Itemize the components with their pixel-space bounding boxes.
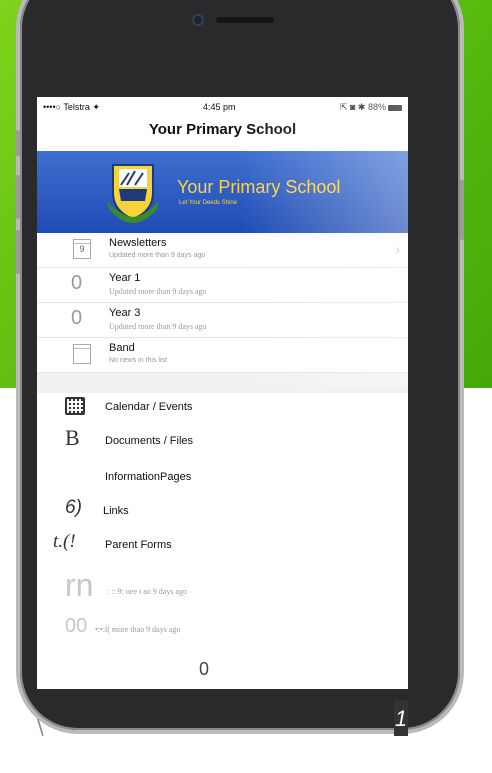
banner-school-name: Your Primary School: [177, 177, 341, 197]
menu-label: Calendar / Events: [105, 401, 193, 413]
volume-down-button: [16, 230, 20, 274]
list-item-newsletters[interactable]: 9 Newsletters Updated more than 9 days a…: [37, 233, 408, 268]
carrier-signal: ••••○ Telstra ✦: [43, 102, 100, 112]
links-icon: 6): [65, 497, 82, 518]
list-item-title: Newsletters: [109, 237, 167, 249]
status-time: 4:45 pm: [203, 102, 236, 112]
bottom-zero: 0: [199, 659, 210, 679]
menu-label: InformationPages: [105, 471, 192, 483]
garbled-row-2: 00 •:•:l( more thao 9 days ago: [37, 611, 408, 645]
menu-item-calendar[interactable]: Calendar / Events: [37, 391, 408, 425]
battery-percent: ⇱ ◙ ✱ 88%: [339, 102, 386, 112]
garbled-text: •:•:l( more thao 9 days ago: [95, 625, 181, 634]
menu-item-links[interactable]: 6) Links: [37, 495, 408, 529]
calendar-icon: 0: [71, 272, 83, 294]
banner-motto: Let Your Deeds Shine: [179, 200, 238, 206]
list-item-title: Band: [109, 342, 135, 354]
stray-one: 1: [394, 700, 408, 736]
front-camera: [192, 14, 204, 26]
menu-label: Parent Forms: [105, 539, 172, 551]
list-item-year-1[interactable]: 0 Year 1 Updated more than 9 days ago: [37, 268, 408, 303]
forms-icon: t.(!: [53, 531, 76, 552]
calendar-grid-icon: [65, 397, 85, 415]
earpiece-speaker: [216, 17, 274, 23]
status-indicators: ⇱ ◙ ✱ 88%: [340, 102, 402, 113]
section-divider: [37, 373, 408, 393]
status-bar: ••••○ Telstra ✦ 4:45 pm ⇱ ◙ ✱ 88%: [37, 97, 408, 117]
list-item-subtitle: Updated more than 9 days ago: [109, 287, 207, 296]
list-item-band[interactable]: Band No news in this list: [37, 338, 408, 373]
documents-icon: B: [65, 425, 80, 450]
battery-icon: [388, 104, 402, 111]
list-item-subtitle: Updated more than 9 days ago: [109, 322, 207, 331]
chevron-right-icon: ›: [395, 241, 400, 257]
school-crest-icon: [107, 164, 159, 223]
menu-item-information-pages[interactable]: InformationPages: [37, 461, 408, 495]
menu-label: Links: [103, 505, 129, 517]
menu-label: Documents / Files: [105, 435, 194, 447]
page-title: Your Primary School: [148, 121, 297, 138]
calendar-icon: [73, 344, 91, 364]
phone-screen: ••••○ Telstra ✦ 4:45 pm ⇱ ◙ ✱ 88% Your P…: [37, 97, 408, 689]
calendar-icon: 9: [73, 239, 91, 259]
garbled-row-1: rn : :: 9: oee t ao 9 days ago: [37, 567, 408, 609]
volume-up-button: [16, 175, 20, 219]
menu-item-parent-forms[interactable]: t.(! Parent Forms: [37, 529, 408, 563]
list-item-title: Year 1: [109, 272, 141, 284]
calendar-icon: 0: [71, 307, 83, 329]
list-item-subtitle: No news in this list: [109, 357, 167, 364]
news-list: 9 Newsletters Updated more than 9 days a…: [37, 233, 408, 393]
list-item-title: Year 3: [109, 307, 141, 319]
stray-slash: \: [37, 715, 44, 739]
list-item-year-3[interactable]: 0 Year 3 Updated more than 9 days ago: [37, 303, 408, 338]
garbled-text: : :: 9: oee t ao 9 days ago: [107, 587, 187, 596]
menu-item-documents[interactable]: B Documents / Files: [37, 425, 408, 459]
garbled-glyph: 00: [65, 615, 88, 637]
mute-switch: [16, 130, 20, 156]
garbled-glyph: rn: [65, 567, 94, 603]
list-item-subtitle: Updated more than 9 days ago: [109, 252, 206, 259]
power-button: [460, 180, 464, 240]
school-banner: Your Primary School Let Your Deeds Shine: [37, 151, 408, 233]
